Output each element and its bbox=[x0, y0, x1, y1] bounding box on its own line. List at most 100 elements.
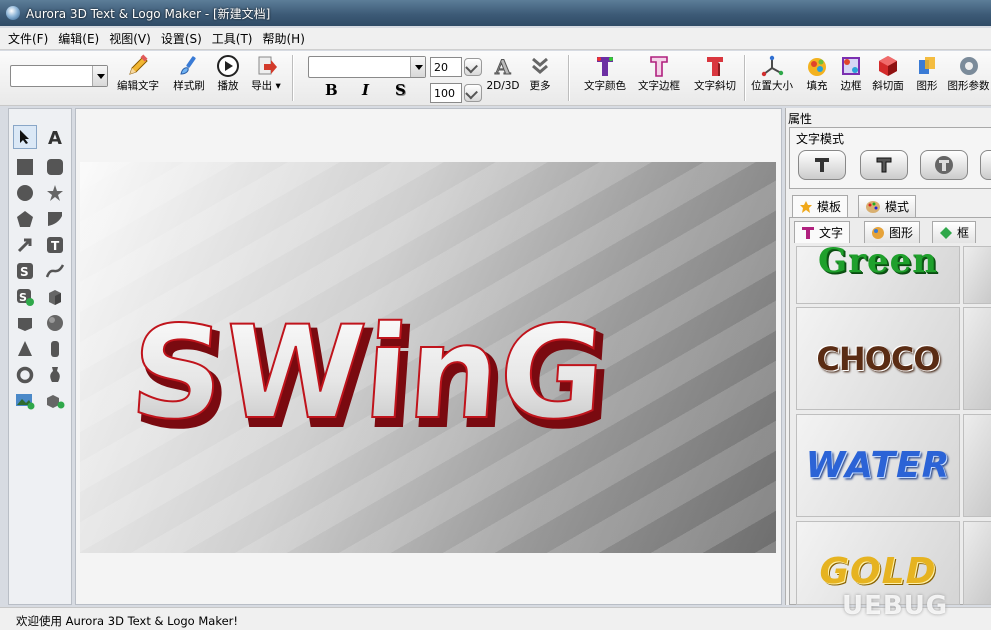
svg-text:S: S bbox=[19, 291, 27, 304]
star-tool[interactable] bbox=[43, 181, 67, 205]
sphere-tool[interactable] bbox=[43, 311, 67, 335]
letter-a-icon: A bbox=[48, 128, 62, 147]
design-canvas[interactable]: SWinG SWinG bbox=[80, 162, 776, 553]
fill-button[interactable]: 填充 bbox=[802, 54, 832, 92]
pentagon-tool[interactable] bbox=[13, 207, 37, 231]
t-color-icon bbox=[802, 226, 814, 239]
font-combo[interactable] bbox=[308, 56, 426, 78]
menu-tools[interactable]: 工具(T) bbox=[212, 30, 253, 47]
sphere-icon bbox=[47, 315, 63, 331]
text-mode-extrude-button[interactable] bbox=[860, 150, 908, 180]
menu-view[interactable]: 视图(V) bbox=[109, 30, 151, 47]
more-button[interactable]: 更多 bbox=[524, 54, 556, 92]
subtab-text[interactable]: 文字 bbox=[794, 221, 851, 243]
bevel-face-button[interactable]: 斜切面 bbox=[868, 54, 908, 92]
toolbar-separator bbox=[292, 55, 294, 101]
text-color-button[interactable]: 文字颜色 bbox=[580, 54, 630, 92]
template-choco[interactable]: CHOCO bbox=[796, 307, 960, 410]
text-mode-more-button[interactable] bbox=[980, 150, 991, 180]
template-water[interactable]: WATER bbox=[796, 414, 960, 517]
canvas-text-layer: SWinG SWinG bbox=[125, 298, 618, 458]
shape-button[interactable]: 图形 bbox=[912, 54, 942, 92]
ellipse-tool[interactable] bbox=[13, 181, 37, 205]
s-add-icon: S bbox=[17, 289, 34, 306]
cone-tool[interactable] bbox=[13, 337, 37, 361]
panel-title: 属性 bbox=[788, 112, 813, 126]
template-partial[interactable] bbox=[963, 307, 991, 410]
letter-a-3d-icon: A bbox=[494, 55, 512, 79]
menu-file[interactable]: 文件(F) bbox=[8, 30, 48, 47]
play-label: 播放 bbox=[217, 80, 239, 92]
style-brush-button[interactable]: 样式刷 bbox=[168, 54, 210, 92]
rectangle-tool[interactable] bbox=[13, 155, 37, 179]
bold-button[interactable]: B bbox=[325, 81, 338, 99]
torus-tool[interactable] bbox=[13, 363, 37, 387]
export-icon bbox=[258, 56, 277, 75]
double-chevron-down-icon bbox=[532, 57, 548, 74]
2d3d-label: 2D/3D bbox=[486, 80, 520, 92]
select-tool[interactable] bbox=[13, 125, 37, 149]
text-border-label: 文字边框 bbox=[638, 80, 680, 92]
border-button[interactable]: 边框 bbox=[836, 54, 866, 92]
italic-button[interactable]: I bbox=[362, 81, 369, 99]
s-box-icon: S bbox=[17, 263, 33, 279]
preset-combo[interactable] bbox=[10, 65, 108, 87]
box-tool[interactable] bbox=[13, 311, 37, 335]
workspace: SWinG SWinG bbox=[75, 108, 782, 605]
rounded-rect-tool[interactable] bbox=[43, 155, 67, 179]
export-dropdown-icon[interactable]: ▾ bbox=[272, 80, 281, 92]
text-bevel-button[interactable]: 文字斜切 bbox=[690, 54, 740, 92]
edit-text-button[interactable]: 编辑文字 bbox=[114, 54, 162, 92]
bevel-face-label: 斜切面 bbox=[872, 80, 904, 92]
tab-styles[interactable]: 模式 bbox=[858, 195, 917, 217]
swing-text-face: SWinG bbox=[126, 299, 610, 448]
diagonal-arrow-icon bbox=[17, 238, 32, 253]
chevron-down-icon[interactable] bbox=[410, 57, 425, 77]
text-border-button[interactable]: 文字边框 bbox=[634, 54, 684, 92]
template-partial[interactable] bbox=[963, 246, 991, 304]
text-shape-tool[interactable]: T bbox=[43, 233, 67, 257]
menu-help[interactable]: 帮助(H) bbox=[263, 30, 305, 47]
font-size-stepper[interactable] bbox=[464, 58, 482, 76]
subtab-frame[interactable]: 框 bbox=[932, 221, 977, 243]
chevron-down-icon[interactable] bbox=[92, 66, 107, 86]
2d3d-button[interactable]: A 2D/3D bbox=[486, 54, 520, 93]
shadow-button[interactable]: S bbox=[395, 81, 406, 99]
vase-tool[interactable] bbox=[43, 363, 67, 387]
swing-3d-text[interactable]: SWinG SWinG bbox=[125, 298, 618, 458]
cylinder-tool[interactable] bbox=[43, 337, 67, 361]
cube-tool[interactable] bbox=[43, 285, 67, 309]
subtab-shape[interactable]: 图形 bbox=[864, 221, 921, 243]
template-partial[interactable] bbox=[963, 414, 991, 517]
arrow-cursor-icon bbox=[20, 130, 29, 144]
template-partial[interactable] bbox=[963, 521, 991, 605]
position-size-button[interactable]: 位置大小 bbox=[748, 54, 796, 92]
export-button[interactable]: 导出 ▾ bbox=[246, 54, 286, 92]
tab-templates[interactable]: 模板 bbox=[792, 195, 849, 217]
tab-templates-label: 模板 bbox=[817, 200, 842, 214]
arrow-tool[interactable] bbox=[13, 233, 37, 257]
s-shape-tool[interactable]: S bbox=[13, 259, 37, 283]
play-button[interactable]: 播放 bbox=[212, 54, 244, 92]
scale-stepper[interactable] bbox=[464, 84, 482, 102]
sector-tool[interactable] bbox=[43, 207, 67, 231]
text-tool[interactable]: A bbox=[43, 125, 67, 149]
text-mode-round-button[interactable] bbox=[920, 150, 968, 180]
text-mode-flat-button[interactable] bbox=[798, 150, 846, 180]
shape-params-button[interactable]: 图形参数 bbox=[946, 54, 991, 92]
window-title: Aurora 3D Text & Logo Maker - [新建文档] bbox=[26, 6, 271, 21]
scale-field[interactable]: 100 bbox=[430, 83, 462, 103]
image-tool[interactable] bbox=[13, 389, 37, 413]
border-label: 边框 bbox=[840, 80, 862, 92]
curve-tool[interactable] bbox=[43, 259, 67, 283]
title-bar: Aurora 3D Text & Logo Maker - [新建文档] bbox=[0, 0, 991, 26]
box-icon bbox=[18, 318, 32, 331]
subtab-shape-label: 图形 bbox=[889, 226, 914, 240]
properties-panel: 属性 文字模式 模板 模式 文字 图形 框 Green CHOCO WATER bbox=[785, 108, 991, 605]
model-tool[interactable] bbox=[43, 389, 67, 413]
s-add-tool[interactable]: S bbox=[13, 285, 37, 309]
font-size-field[interactable]: 20 bbox=[430, 57, 462, 77]
template-green[interactable]: Green bbox=[796, 246, 960, 304]
menu-settings[interactable]: 设置(S) bbox=[161, 30, 202, 47]
menu-edit[interactable]: 编辑(E) bbox=[58, 30, 99, 47]
